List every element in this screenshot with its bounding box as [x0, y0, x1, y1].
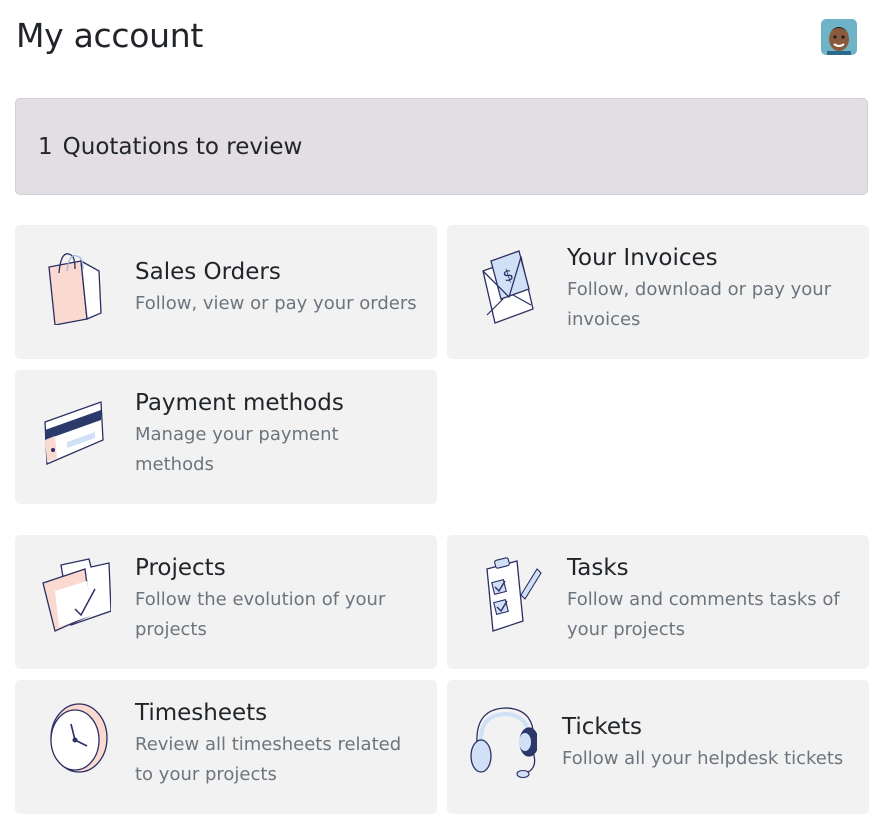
invoice-envelope-icon: $: [482, 250, 534, 324]
card-description: Follow the evolution of your projects: [135, 589, 386, 640]
credit-card-icon: [44, 401, 104, 465]
card-title: Your Invoices: [567, 245, 718, 271]
card-title: Payment methods: [135, 390, 344, 416]
card-description: Follow, view or pay your orders: [135, 293, 417, 314]
headset-icon: [470, 707, 537, 779]
card-tasks[interactable]: Tasks Follow and comments tasks of your …: [447, 535, 869, 669]
card-tickets[interactable]: Tickets Follow all your helpdesk tickets: [447, 680, 869, 814]
card-timesheets[interactable]: Timesheets Review all timesheets related…: [15, 680, 437, 814]
card-description: Follow, download or pay your invoices: [567, 279, 832, 330]
quotations-count: 1: [38, 133, 53, 160]
card-description: Follow and comments tasks of your projec…: [567, 589, 840, 640]
clipboard-checklist-icon: [486, 557, 542, 632]
card-payment-methods[interactable]: Payment methods Manage your payment meth…: [15, 370, 437, 504]
card-description: Follow all your helpdesk tickets: [562, 748, 844, 769]
quotations-alert[interactable]: 1 Quotations to review: [15, 98, 868, 195]
shopping-bag-icon: [48, 253, 102, 325]
page-title: My account: [16, 16, 203, 55]
card-description: Manage your payment methods: [135, 424, 339, 475]
quotations-label: Quotations to review: [62, 133, 303, 160]
card-description: Review all timesheets related to your pr…: [135, 734, 402, 785]
card-title: Timesheets: [135, 700, 268, 726]
clock-icon: [50, 703, 108, 773]
card-your-invoices[interactable]: $ Your Invoices Follow, download or pay …: [447, 225, 869, 359]
card-projects[interactable]: Projects Follow the evolution of your pr…: [15, 535, 437, 669]
card-title: Sales Orders: [135, 259, 281, 285]
card-title: Tasks: [567, 555, 629, 581]
folder-check-icon: [42, 558, 111, 632]
user-avatar[interactable]: [821, 19, 857, 55]
card-title: Tickets: [562, 714, 643, 740]
card-title: Projects: [135, 555, 226, 581]
card-sales-orders[interactable]: Sales Orders Follow, view or pay your or…: [15, 225, 437, 359]
